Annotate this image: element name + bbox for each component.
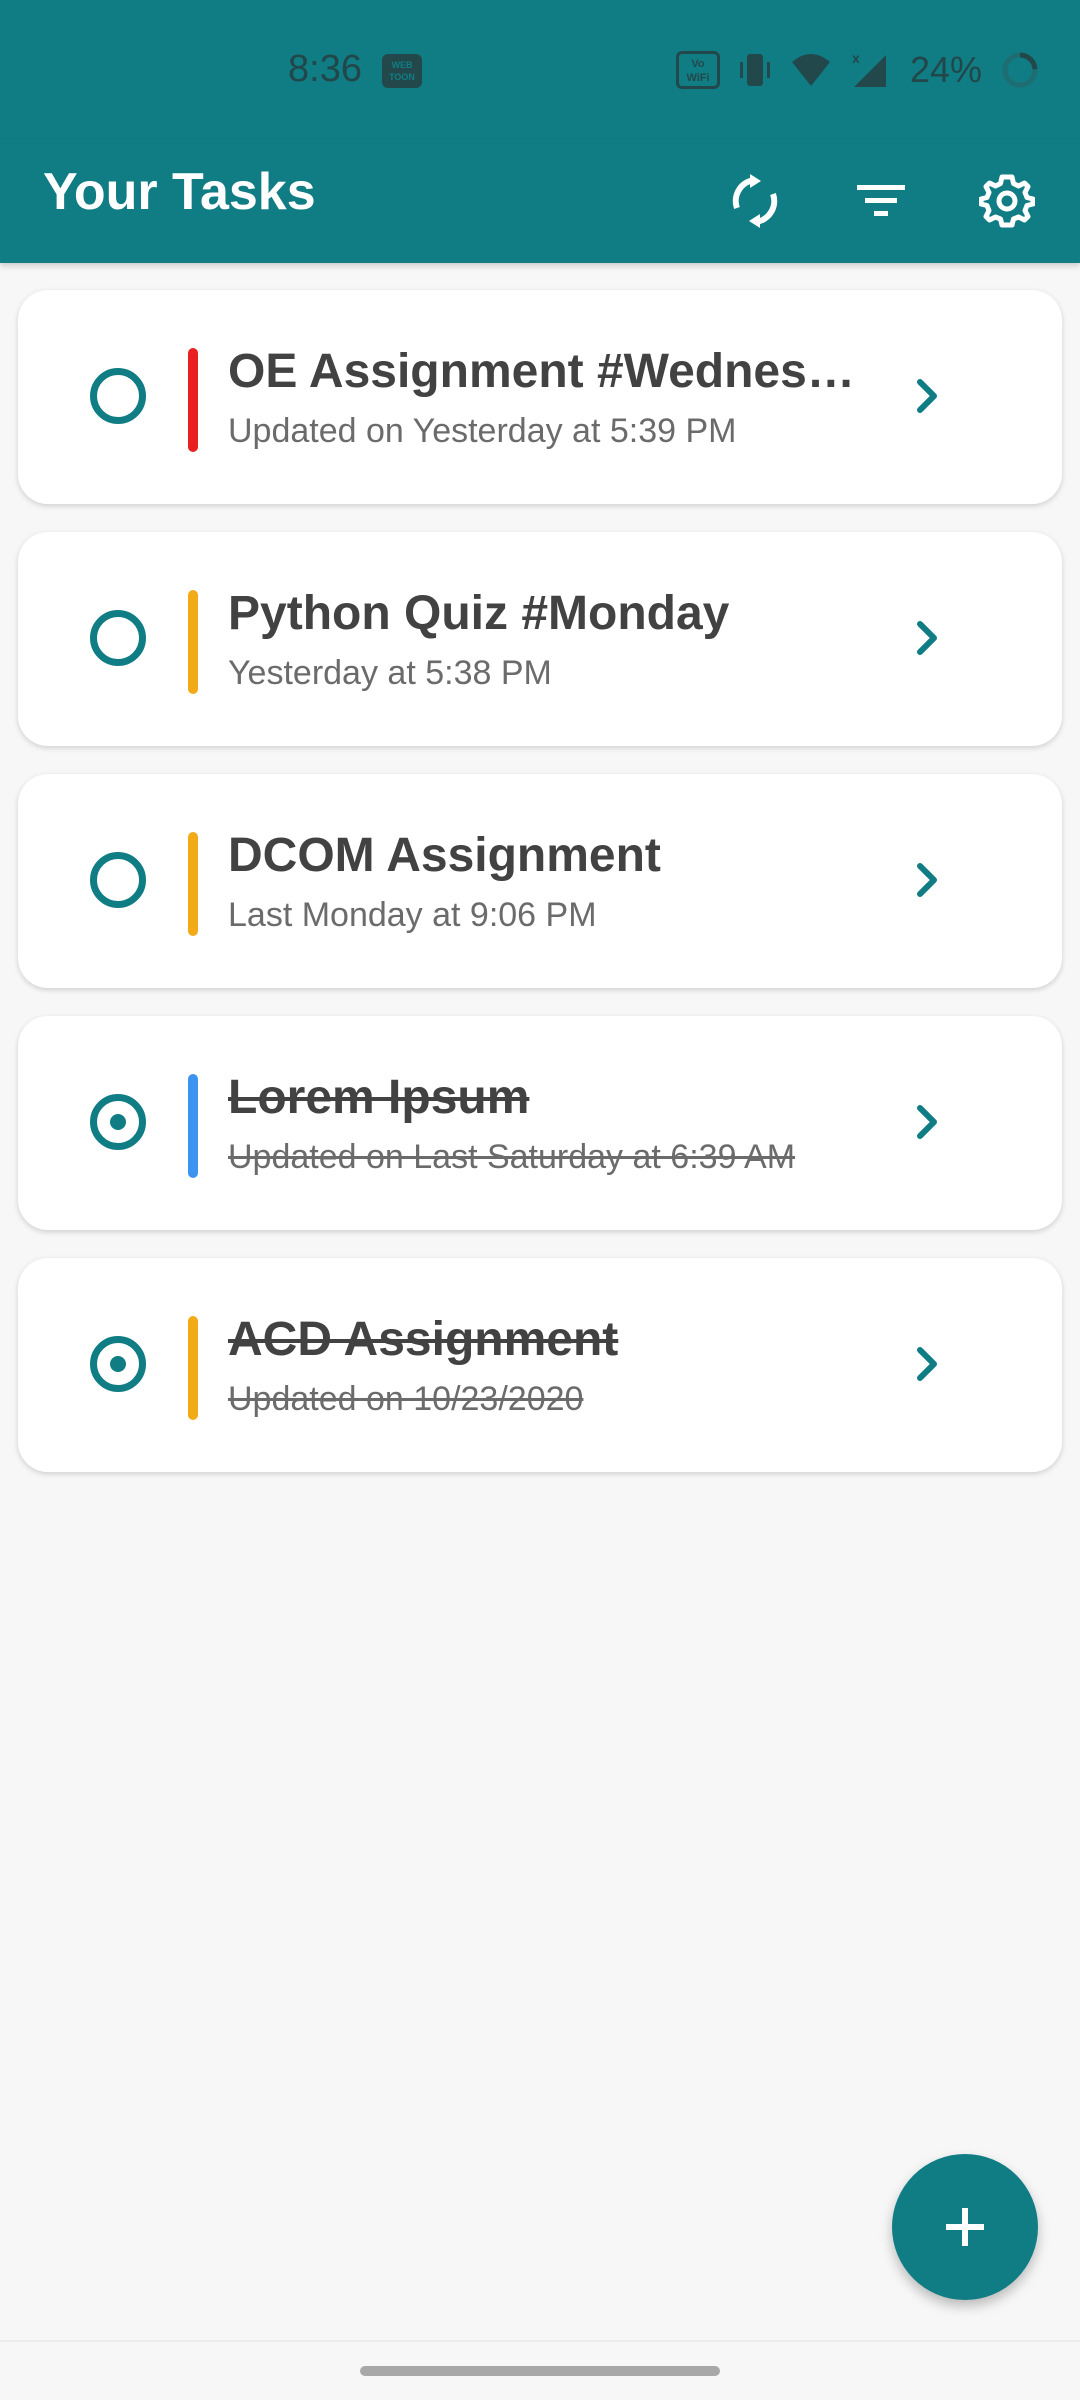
chevron-right-icon[interactable] <box>898 1092 958 1152</box>
task-card[interactable]: OE Assignment #Wednesday Updated on Yest… <box>18 290 1062 504</box>
task-subtitle: Updated on Last Saturday at 6:39 AM <box>228 1138 796 1176</box>
task-subtitle: Updated on 10/23/2020 <box>228 1380 584 1418</box>
filter-icon <box>857 185 905 216</box>
task-subtitle: Updated on Yesterday at 5:39 PM <box>228 412 737 450</box>
task-complete-radio[interactable] <box>90 1336 146 1392</box>
task-priority-bar <box>188 1074 198 1178</box>
page-title: Your Tasks <box>43 163 316 221</box>
task-subtitle: Last Monday at 9:06 PM <box>228 896 597 934</box>
chevron-right-icon[interactable] <box>898 366 958 426</box>
app-bar: Your Tasks <box>0 140 1080 263</box>
wifi-icon <box>792 54 830 86</box>
home-indicator[interactable] <box>360 2366 720 2376</box>
task-complete-radio[interactable] <box>90 1094 146 1150</box>
task-title: OE Assignment #Wednesday <box>228 345 868 398</box>
task-priority-bar <box>188 590 198 694</box>
filter-button[interactable] <box>848 168 914 234</box>
status-bar: 8:36 WEB TOON Vo WiFi x 24% <box>0 0 1080 140</box>
chevron-right-icon[interactable] <box>898 608 958 668</box>
task-card[interactable]: ACD Assignment Updated on 10/23/2020 <box>18 1258 1062 1472</box>
gear-icon <box>979 174 1035 228</box>
task-card[interactable]: DCOM Assignment Last Monday at 9:06 PM <box>18 774 1062 988</box>
chevron-right-icon[interactable] <box>898 850 958 910</box>
signal-icon: x <box>852 50 886 87</box>
task-subtitle: Yesterday at 5:38 PM <box>228 654 552 692</box>
task-list: OE Assignment #Wednesday Updated on Yest… <box>18 290 1062 1500</box>
nav-divider <box>0 2340 1080 2342</box>
chevron-right-icon[interactable] <box>898 1334 958 1394</box>
add-task-button[interactable] <box>892 2154 1038 2300</box>
task-complete-radio[interactable] <box>90 368 146 424</box>
task-complete-radio[interactable] <box>90 852 146 908</box>
status-time: 8:36 <box>288 48 362 90</box>
settings-button[interactable] <box>974 168 1040 234</box>
webtoon-icon: WEB TOON <box>382 54 422 88</box>
vibrate-icon <box>740 54 770 86</box>
task-title: DCOM Assignment <box>228 829 661 882</box>
task-title: Python Quiz #Monday <box>228 587 730 640</box>
sync-button[interactable] <box>722 168 788 234</box>
task-priority-bar <box>188 348 198 452</box>
battery-percent: 24% <box>910 49 983 90</box>
task-priority-bar <box>188 1316 198 1420</box>
plus-icon <box>946 2208 984 2246</box>
svg-text:x: x <box>852 50 860 66</box>
status-icons: Vo WiFi x 24% <box>676 48 1040 92</box>
task-card[interactable]: Lorem Ipsum Updated on Last Saturday at … <box>18 1016 1062 1230</box>
task-title: Lorem Ipsum <box>228 1071 530 1124</box>
battery-ring-icon <box>1002 52 1038 88</box>
task-complete-radio[interactable] <box>90 610 146 666</box>
sync-icon <box>732 174 778 228</box>
task-card[interactable]: Python Quiz #Monday Yesterday at 5:38 PM <box>18 532 1062 746</box>
task-title: ACD Assignment <box>228 1313 619 1366</box>
vowifi-icon: Vo WiFi <box>676 51 720 89</box>
task-priority-bar <box>188 832 198 936</box>
